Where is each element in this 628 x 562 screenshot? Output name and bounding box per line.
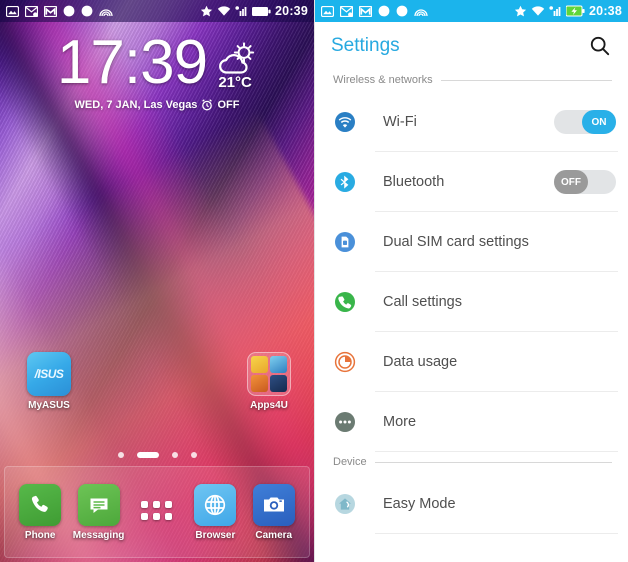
page-dot-active[interactable] (136, 452, 159, 458)
star-icon (514, 5, 527, 18)
section-header-wireless: Wireless & networks (315, 70, 628, 92)
settings-status-bar: 20:38 (315, 0, 628, 22)
home-screen: 20:39 17:39 21°C WED, 7 JAN, Las Vegas O… (0, 0, 314, 562)
section-title: Wireless & networks (333, 74, 433, 86)
bluetooth-toggle[interactable]: OFF (554, 170, 616, 194)
settings-clock-time: 20:38 (589, 4, 622, 18)
settings-label-easy-mode: Easy Mode (383, 496, 456, 512)
sim-card-icon (333, 230, 357, 254)
dock-item-browser[interactable]: Browser (187, 483, 243, 541)
widget-temperature: 21°C (218, 74, 252, 91)
folder-icon-apps4u[interactable]: Apps4U (238, 352, 300, 411)
settings-row-data-usage[interactable]: Data usage (315, 332, 628, 392)
wifi-toggle[interactable]: ON (554, 110, 616, 134)
section-rule (374, 461, 612, 463)
widget-alarm-state: OFF (217, 98, 240, 111)
settings-label-more: More (383, 414, 417, 430)
phone-handset-icon (333, 290, 357, 314)
camera-icon (252, 483, 295, 526)
asus-logo-icon: /ISUS (27, 352, 71, 396)
clock-weather-widget[interactable]: 17:39 21°C WED, 7 JAN, Las Vegas OFF (0, 28, 314, 111)
settings-row-bluetooth[interactable]: Bluetooth OFF (315, 152, 628, 212)
page-title: Settings (331, 35, 400, 56)
settings-label-dual-sim: Dual SIM card settings (383, 234, 529, 250)
app-label-myasus: MyASUS (28, 400, 70, 411)
settings-label-data-usage: Data usage (383, 354, 458, 370)
page-indicator[interactable] (0, 452, 314, 458)
wifi-icon (217, 5, 231, 17)
circle-icon (81, 5, 93, 17)
gmail-icon (44, 5, 57, 17)
settings-row-dual-sim[interactable]: Dual SIM card settings (315, 212, 628, 272)
home-clock-time: 20:39 (275, 4, 308, 18)
mail-icon (340, 5, 353, 17)
bluetooth-icon (333, 170, 357, 194)
widget-time: 17:39 (56, 28, 208, 97)
star-icon (200, 5, 213, 18)
settings-screen: 20:38 Settings Wireless & networks Wi-Fi (314, 0, 628, 562)
settings-label-call-settings: Call settings (383, 294, 462, 310)
image-icon (321, 5, 334, 17)
sun-behind-cloud-icon (213, 42, 257, 76)
page-dot[interactable] (190, 452, 197, 458)
dock: Phone Messaging Browser Camera (4, 466, 310, 558)
battery-icon (252, 6, 271, 17)
page-dot[interactable] (117, 452, 124, 458)
globe-icon (194, 483, 237, 526)
settings-label-wifi: Wi-Fi (383, 114, 417, 130)
speech-bubble-icon (77, 483, 120, 526)
circle-icon (396, 5, 408, 17)
signal-icon (549, 5, 562, 17)
search-icon (588, 34, 612, 58)
section-title: Device (333, 456, 367, 468)
app-drawer-icon (136, 489, 178, 531)
signal-icon (235, 5, 248, 17)
circle-icon (378, 5, 390, 17)
search-button[interactable] (588, 34, 612, 58)
asus-logo-text: /ISUS (34, 367, 64, 381)
folder-icon (247, 352, 291, 396)
battery-charging-icon (566, 5, 585, 17)
settings-row-easy-mode[interactable]: Easy Mode (315, 474, 628, 534)
data-usage-icon (333, 350, 357, 374)
screenshot-root: 20:39 17:39 21°C WED, 7 JAN, Las Vegas O… (0, 0, 628, 562)
toggle-knob-off: OFF (554, 170, 588, 194)
rainbow-arc-icon (99, 6, 113, 17)
page-dot[interactable] (171, 452, 178, 458)
home-icon (333, 492, 357, 516)
rainbow-arc-icon (414, 6, 428, 17)
toggle-knob-on: ON (582, 110, 616, 134)
widget-date: WED, 7 JAN, Las Vegas (74, 98, 198, 111)
settings-header: Settings (315, 22, 628, 70)
gmail-icon (359, 5, 372, 17)
wifi-icon (333, 110, 357, 134)
dock-item-messaging[interactable]: Messaging (71, 483, 127, 541)
phone-handset-icon (19, 483, 62, 526)
mail-icon (25, 5, 38, 17)
alarm-clock-icon (201, 99, 213, 111)
home-status-bar: 20:39 (0, 0, 314, 22)
circle-icon (63, 5, 75, 17)
settings-label-bluetooth: Bluetooth (383, 174, 445, 190)
dock-label-phone: Phone (24, 529, 56, 541)
settings-row-call-settings[interactable]: Call settings (315, 272, 628, 332)
dock-label-browser: Browser (195, 529, 236, 541)
app-label-apps4u: Apps4U (250, 400, 288, 411)
wifi-icon (531, 5, 545, 17)
section-header-device: Device (315, 452, 628, 474)
settings-row-more[interactable]: More (315, 392, 628, 452)
dock-item-app-drawer[interactable] (129, 489, 185, 535)
image-icon (6, 5, 19, 17)
dock-label-camera: Camera (255, 529, 293, 541)
section-rule (440, 79, 612, 81)
settings-row-wifi[interactable]: Wi-Fi ON (315, 92, 628, 152)
dock-item-camera[interactable]: Camera (246, 483, 302, 541)
app-icon-myasus[interactable]: /ISUS MyASUS (18, 352, 80, 411)
more-dots-icon (333, 410, 357, 434)
dock-item-phone[interactable]: Phone (12, 483, 68, 541)
dock-label-messaging: Messaging (72, 529, 125, 541)
